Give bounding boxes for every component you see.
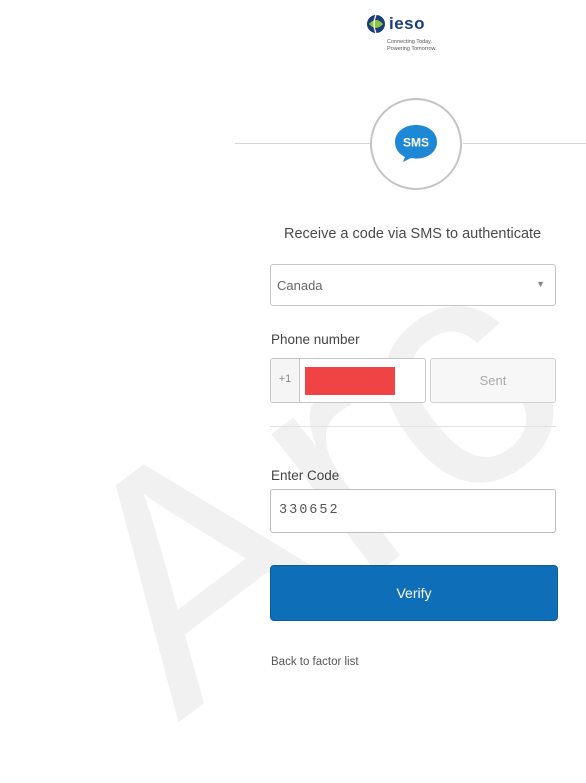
- sms-chat-bubble-icon: SMS: [395, 125, 437, 162]
- verify-button[interactable]: Verify: [270, 565, 558, 621]
- factor-icon: SMS: [370, 98, 462, 190]
- caret-down-icon: ▼: [536, 279, 545, 289]
- sms-label: SMS: [403, 136, 429, 150]
- logo-tagline-line1: Connecting Today.: [387, 39, 433, 45]
- send-code-button[interactable]: Sent: [430, 358, 556, 403]
- enter-code-label: Enter Code: [271, 468, 340, 483]
- divider-right: [463, 143, 586, 144]
- logo-tagline-line2: Powering Tomorrow.: [387, 46, 437, 52]
- globe-icon: [367, 14, 385, 34]
- logo-tagline: Connecting Today. Powering Tomorrow.: [387, 39, 437, 53]
- divider-left: [235, 143, 370, 144]
- page-title: Receive a code via SMS to authenticate: [284, 226, 542, 242]
- section-divider: [270, 426, 556, 427]
- ieso-logo: ieso Connecting Today. Powering Tomorrow…: [366, 14, 466, 64]
- code-input[interactable]: 330652: [270, 489, 556, 533]
- country-select[interactable]: Canada ▼: [270, 264, 556, 306]
- code-input-value: 330652: [279, 503, 340, 518]
- phone-number-label: Phone number: [271, 332, 360, 347]
- country-select-value: Canada: [277, 278, 323, 293]
- country-code-prefix: +1: [271, 359, 300, 402]
- back-to-factor-list-link[interactable]: Back to factor list: [271, 656, 359, 668]
- redacted-phone-number: [305, 367, 395, 395]
- phone-number-field[interactable]: +1: [270, 358, 426, 403]
- logo-brand: ieso: [389, 14, 426, 33]
